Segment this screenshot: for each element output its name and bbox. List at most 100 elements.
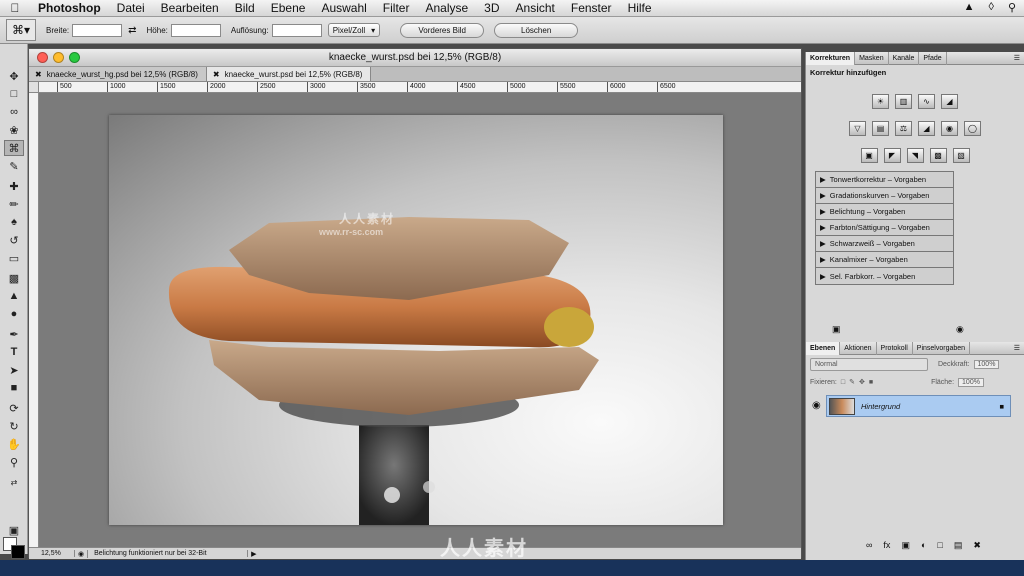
menu-auswahl[interactable]: Auswahl <box>313 1 374 15</box>
threshold-icon[interactable]: ◥ <box>906 148 924 163</box>
layer-style-icon[interactable]: fx <box>883 540 890 551</box>
type-tool-icon[interactable]: T <box>4 344 24 360</box>
black-white-icon[interactable]: ◢ <box>918 121 935 136</box>
add-mask-icon[interactable]: ▣ <box>901 540 910 551</box>
blend-mode-select[interactable]: Normal <box>810 357 928 371</box>
3d-orbit-tool-icon[interactable]: ↻ <box>4 418 24 434</box>
vertical-ruler[interactable] <box>29 93 39 547</box>
eyedropper-tool-icon[interactable]: ✎ <box>4 158 24 174</box>
close-window-icon[interactable] <box>37 52 48 63</box>
link-layers-icon[interactable]: ∞ <box>866 540 872 551</box>
tab-pfade[interactable]: Pfade <box>919 51 947 65</box>
preset-farbkorr[interactable]: ▶ Sel. Farbkorr. – Vorgaben <box>816 268 953 284</box>
gradient-map-icon[interactable]: ▩ <box>929 148 947 163</box>
tab-kanaele[interactable]: Kanäle <box>889 51 920 65</box>
levels-icon[interactable]: ▥ <box>895 94 912 109</box>
shape-tool-icon[interactable]: ■ <box>4 380 24 396</box>
lock-position-icon[interactable]: ✥ <box>859 378 865 386</box>
eye-visibility-icon[interactable]: ◉ <box>812 400 821 411</box>
new-layer-icon[interactable]: ▤ <box>954 540 963 551</box>
preset-kanalmixer[interactable]: ▶ Kanalmixer – Vorgaben <box>816 252 953 268</box>
aufloesung-input[interactable] <box>271 23 322 37</box>
swap-icon[interactable]: ⇄ <box>128 25 136 36</box>
status-menu-arrow-icon[interactable]: ▶ <box>248 550 256 558</box>
menu-ebene[interactable]: Ebene <box>263 1 314 15</box>
unit-select[interactable]: Pixel/Zoll ▾ <box>327 23 381 37</box>
preset-belichtung[interactable]: ▶ Belichtung – Vorgaben <box>816 204 953 220</box>
preset-tonwert[interactable]: ▶ Tonwertkorrektur – Vorgaben <box>816 172 953 188</box>
tab-masken[interactable]: Masken <box>855 51 889 65</box>
panel-menu-icon[interactable]: ☰ <box>1014 54 1024 62</box>
minimize-window-icon[interactable] <box>53 52 64 63</box>
history-brush-tool-icon[interactable]: ↺ <box>4 232 24 248</box>
lasso-tool-icon[interactable]: ∞ <box>4 104 24 120</box>
tab-ebenen[interactable]: Ebenen <box>806 341 841 355</box>
zoom-tool-icon[interactable]: ⚲ <box>4 454 24 470</box>
tab-protokoll[interactable]: Protokoll <box>877 341 913 355</box>
horizontal-ruler[interactable]: 500 1000 1500 2000 2500 3000 3500 4000 4… <box>39 82 801 93</box>
zoom-window-icon[interactable] <box>69 52 80 63</box>
menu-ansicht[interactable]: Ansicht <box>508 1 563 15</box>
exposure-icon[interactable]: ◢ <box>941 94 958 109</box>
stamp-tool-icon[interactable]: ♠ <box>4 214 24 230</box>
gradient-tool-icon[interactable]: ▩ <box>4 270 24 286</box>
panel-menu-icon[interactable]: ☰ <box>1014 344 1024 352</box>
deckkraft-input[interactable]: 100% <box>973 359 1000 369</box>
menu-analyse[interactable]: Analyse <box>417 1 476 15</box>
path-select-tool-icon[interactable]: ➤ <box>4 362 24 378</box>
eraser-tool-icon[interactable]: ▭ <box>4 250 24 266</box>
menu-datei[interactable]: Datei <box>109 1 153 15</box>
healing-tool-icon[interactable]: ✚ <box>4 178 24 194</box>
canvas-area[interactable]: 人人素材 www.rr-sc.com <box>39 93 801 547</box>
document-image[interactable]: 人人素材 www.rr-sc.com <box>109 115 723 525</box>
tab-pinselvorgaben[interactable]: Pinselvorgaben <box>913 341 971 355</box>
adobe-icon[interactable]: ▲ <box>964 1 975 14</box>
background-color-swatch[interactable] <box>11 545 25 559</box>
menu-bild[interactable]: Bild <box>227 1 263 15</box>
vibrance-icon[interactable]: ▽ <box>849 121 866 136</box>
zoom-level[interactable]: 12,5% <box>29 550 75 557</box>
posterize-icon[interactable]: ◤ <box>883 148 901 163</box>
menu-app[interactable]: Photoshop <box>30 1 109 15</box>
3d-rotate-tool-icon[interactable]: ⟳ <box>4 400 24 416</box>
ruler-origin[interactable] <box>29 82 39 93</box>
blur-tool-icon[interactable]: ▲ <box>4 288 24 304</box>
move-tool-icon[interactable]: ✥ <box>4 68 24 84</box>
apple-icon[interactable]:  <box>0 1 30 15</box>
menu-hilfe[interactable]: Hilfe <box>620 1 660 15</box>
hue-saturation-icon[interactable]: ▤ <box>872 121 889 136</box>
tab-knaecke-wurst[interactable]: ✖ knaecke_wurst.psd bei 12,5% (RGB/8) <box>206 67 372 81</box>
lock-transparency-icon[interactable]: □ <box>841 379 845 386</box>
brush-tool-icon[interactable]: ✏ <box>4 196 24 212</box>
breite-input[interactable] <box>72 23 123 37</box>
menu-3d[interactable]: 3D <box>476 1 507 15</box>
crop-tool-icon[interactable]: ⌘ <box>4 140 24 156</box>
marquee-tool-icon[interactable]: □ <box>4 86 24 102</box>
dodge-tool-icon[interactable]: ● <box>4 306 24 322</box>
presets-options-icon[interactable]: ◉ <box>956 324 964 335</box>
clip-to-layer-icon[interactable]: ▣ <box>832 324 841 335</box>
color-balance-icon[interactable]: ⚖ <box>895 121 912 136</box>
curves-icon[interactable]: ∿ <box>918 94 935 109</box>
channel-mixer-icon[interactable]: ◯ <box>964 121 981 136</box>
brightness-contrast-icon[interactable]: ☀ <box>872 94 889 109</box>
new-adjustment-layer-icon[interactable]: ◐ <box>921 540 926 551</box>
invert-icon[interactable]: ▣ <box>860 148 878 163</box>
tab-knaecke-wurst-hg[interactable]: ✖ knaecke_wurst_hg.psd bei 12,5% (RGB/8) <box>29 67 207 81</box>
swap-colors-icon[interactable]: ⇄ <box>4 474 24 490</box>
quick-mask-icon[interactable]: ▣ <box>4 522 24 538</box>
photo-filter-icon[interactable]: ◉ <box>941 121 958 136</box>
selective-color-icon[interactable]: ▧ <box>952 148 970 163</box>
pen-tool-icon[interactable]: ✒ <box>4 326 24 342</box>
new-group-icon[interactable]: □ <box>937 540 942 551</box>
close-icon[interactable]: ✖ <box>213 70 220 79</box>
flaeche-input[interactable]: 100% <box>958 377 984 387</box>
tab-aktionen[interactable]: Aktionen <box>840 341 877 355</box>
lock-all-icon[interactable]: ■ <box>869 379 873 386</box>
menu-filter[interactable]: Filter <box>375 1 418 15</box>
info-icon[interactable]: ◉ <box>75 549 89 558</box>
quick-select-tool-icon[interactable]: ❀ <box>4 122 24 138</box>
menu-bearbeiten[interactable]: Bearbeiten <box>153 1 227 15</box>
loeschen-button[interactable]: Löschen <box>494 22 579 38</box>
preset-schwarzweiss[interactable]: ▶ Schwarzweiß – Vorgaben <box>816 236 953 252</box>
